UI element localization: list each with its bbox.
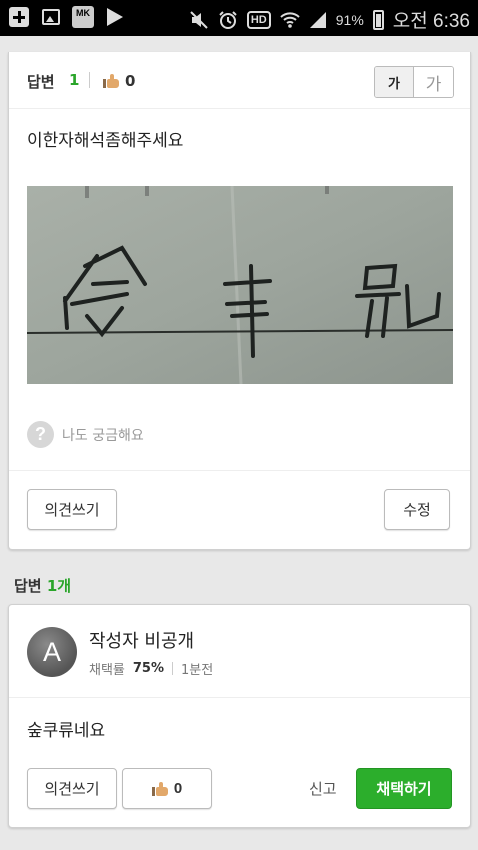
- answer-label: 답변: [27, 73, 55, 91]
- battery-icon: [372, 9, 384, 30]
- font-size-toggle: 가 가: [374, 66, 454, 98]
- answer-like-button[interactable]: 0: [122, 768, 212, 809]
- answer-opinion-button[interactable]: 의견쓰기: [27, 768, 117, 809]
- question-mark-icon: ?: [27, 421, 54, 448]
- divider: [9, 697, 470, 698]
- report-link[interactable]: 신고: [309, 778, 337, 799]
- image-icon: [40, 6, 62, 28]
- status-bar: MK HD 91% 오전 6:36: [0, 0, 478, 36]
- question-header: 답변 1 0 가 가: [9, 52, 470, 109]
- adopt-button[interactable]: 채택하기: [356, 768, 452, 809]
- divider: [89, 72, 90, 88]
- like-count: 0: [125, 72, 136, 90]
- battery-percent: 91%: [335, 11, 364, 28]
- answer-count: 1: [69, 71, 80, 89]
- answer-meta: 채택률 75% 1분전: [89, 659, 213, 678]
- curious-label: 나도 궁금해요: [62, 427, 144, 444]
- answer-card: A 작성자 비공개 채택률 75% 1분전 숲쿠류네요 의견쓰기 0 신고 채택…: [8, 604, 471, 828]
- divider: [9, 470, 470, 471]
- edit-button[interactable]: 수정: [384, 489, 450, 530]
- adoption-label: 채택률: [89, 663, 125, 678]
- opinion-button[interactable]: 의견쓰기: [27, 489, 117, 530]
- answers-section-title: 답변 1개: [14, 575, 71, 596]
- clock: 오전 6:36: [392, 11, 470, 32]
- answers-count: 1개: [46, 577, 72, 595]
- adoption-rate: 75%: [132, 661, 165, 676]
- hd-voice-icon: HD: [246, 10, 271, 29]
- answer-like-count: 0: [173, 780, 183, 797]
- thumbs-up-icon: [151, 781, 168, 796]
- question-photo[interactable]: [27, 186, 453, 384]
- curious-button[interactable]: ? 나도 궁금해요: [27, 421, 144, 448]
- add-icon: [8, 6, 30, 28]
- mute-icon: [189, 10, 209, 30]
- time-ago: 1분전: [181, 663, 214, 678]
- thumbs-up-icon: [103, 74, 119, 88]
- font-small-button[interactable]: 가: [375, 67, 415, 97]
- signal-icon: [309, 11, 327, 29]
- avatar: A: [27, 627, 77, 677]
- play-icon: [104, 6, 126, 28]
- wifi-icon: [280, 11, 300, 29]
- mk-app-icon: MK: [72, 6, 94, 28]
- answer-text: 숲쿠류네요: [27, 721, 106, 741]
- font-large-button[interactable]: 가: [414, 67, 453, 97]
- question-text: 이한자해석좀해주세요: [27, 131, 184, 151]
- author-name: 작성자 비공개: [89, 631, 195, 652]
- alarm-icon: [218, 10, 238, 30]
- divider: [172, 662, 174, 675]
- question-card: 답변 1 0 가 가 이한자해석좀해주세요 ? 나도 궁금해요 의견쓰기 수정: [8, 52, 471, 550]
- like-counter[interactable]: 0: [103, 72, 135, 90]
- answers-title-prefix: 답변: [14, 577, 47, 595]
